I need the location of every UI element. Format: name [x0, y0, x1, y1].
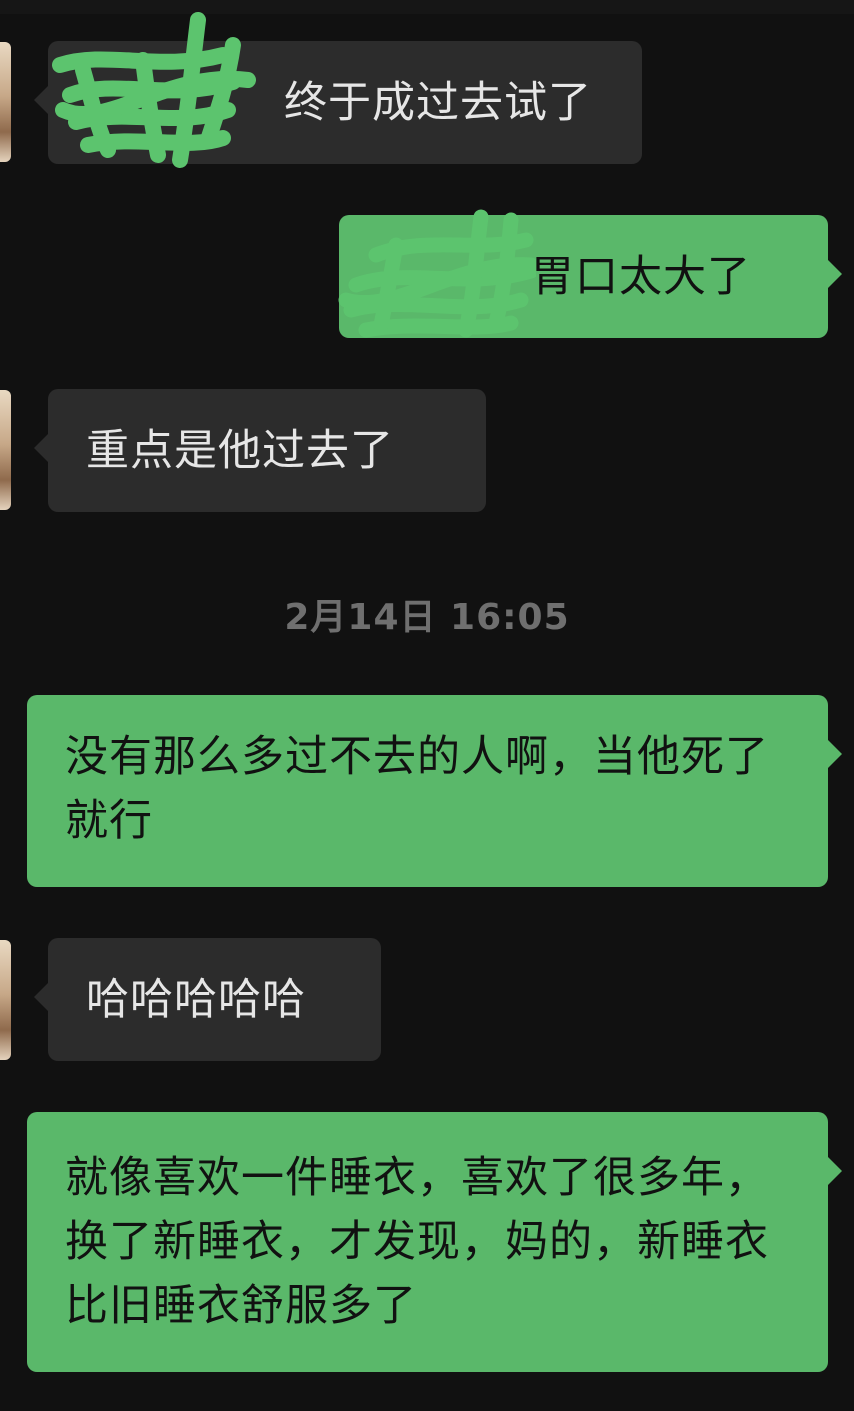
message-bubble-incoming[interactable]: 终于成过去试了 — [34, 41, 642, 164]
message-bubble-incoming[interactable]: 哈哈哈哈哈 — [34, 938, 381, 1061]
message-text: 就像喜欢一件睡衣，喜欢了很多年，换了新睡衣，才发现，妈的，新睡衣比旧睡衣舒服多了 — [65, 1153, 769, 1331]
message-bubble-outgoing[interactable]: 就像喜欢一件睡衣，喜欢了很多年，换了新睡衣，才发现，妈的，新睡衣比旧睡衣舒服多了 — [27, 1112, 842, 1372]
avatar[interactable] — [0, 940, 11, 1060]
top-status-strip — [0, 0, 854, 14]
message-text: 胃口太大了 — [531, 252, 751, 302]
message-text: 终于成过去试了 — [284, 78, 592, 128]
message-bubble-outgoing[interactable]: 没有那么多过不去的人啊，当他死了就行 — [27, 695, 842, 887]
message-text: 没有那么多过不去的人啊，当他死了就行 — [65, 732, 769, 846]
avatar[interactable] — [0, 390, 11, 510]
avatar[interactable] — [0, 42, 11, 162]
message-text: 重点是他过去了 — [86, 426, 394, 476]
chat-timestamp: 2月14日 16:05 — [284, 597, 570, 638]
message-bubble-outgoing[interactable]: 胃口太大了 — [339, 215, 842, 338]
message-bubble-incoming[interactable]: 重点是他过去了 — [34, 389, 486, 512]
message-text: 哈哈哈哈哈 — [86, 975, 306, 1025]
